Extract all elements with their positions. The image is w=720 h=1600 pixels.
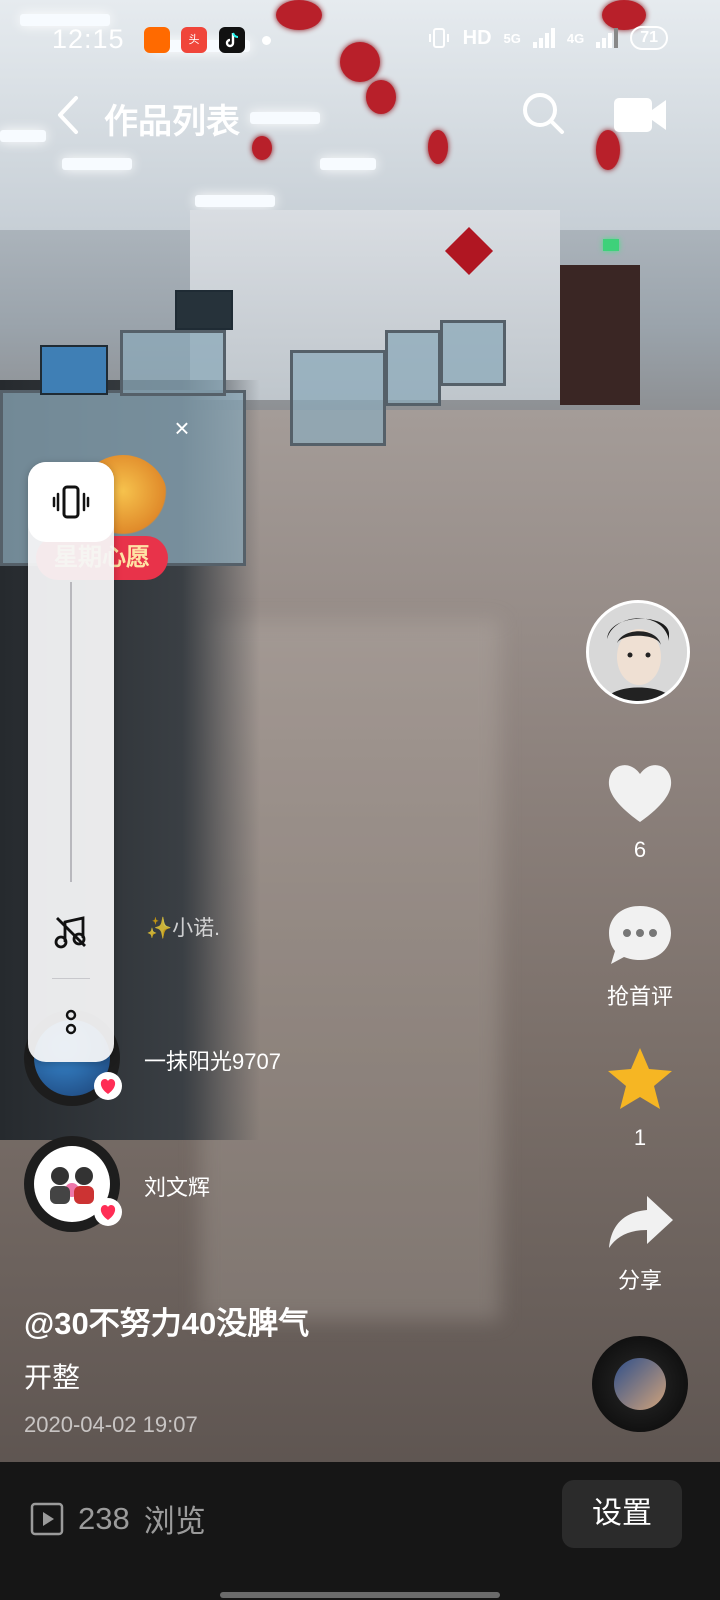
fan-item[interactable]: 刘文辉 [24,1136,424,1236]
back-arrow-icon[interactable] [46,90,96,140]
floating-side-panel [28,462,114,1062]
vibrate-status-icon [428,28,449,48]
comment-icon [609,906,671,964]
system-indicators: HD 5G 4G 71 [427,26,668,50]
caption-date: 2020-04-02 19:07 [24,1412,198,1437]
monitor [175,290,233,330]
author-avatar[interactable] [586,600,690,704]
vibrate-toggle-button[interactable] [28,462,114,542]
heart-icon [608,765,672,822]
caption-username[interactable]: @30不努力40没脾气 [24,1298,309,1343]
fan-name: 刘文辉 [144,1175,211,1200]
like-action[interactable]: 6 [586,760,694,863]
view-stats: 238 浏览 [30,1496,206,1541]
music-disc-icon[interactable] [592,1336,688,1432]
like-count: 6 [633,837,647,862]
fan-name: 一抹阳光9707 [144,1049,281,1074]
promo-close-icon[interactable]: × [168,414,196,442]
music-off-icon [54,916,86,949]
home-indicator[interactable] [220,1592,500,1598]
heart-badge-icon [94,1198,122,1226]
signal-4g-icon [596,28,619,48]
battery-indicator: 71 [630,26,668,50]
bottom-bar: 238 浏览 设置 [0,1462,720,1600]
signal-5g-icon [532,28,555,48]
ceiling-light [62,158,132,170]
favorite-count: 1 [633,1125,647,1150]
share-label: 分享 [617,1268,662,1293]
heart-badge-icon [94,1072,122,1100]
music-cover [614,1358,666,1410]
play-icon [30,1502,64,1535]
4g-label: 4G [566,30,585,46]
comment-action[interactable]: 抢首评 [586,902,694,1011]
cubicle [120,330,226,396]
cubicle [440,320,506,386]
cubicle [290,350,386,446]
ceiling-light [195,195,275,207]
share-action[interactable]: 分享 [586,1192,694,1295]
more-dots-icon [65,1009,77,1035]
notification-dot-icon [262,36,271,45]
status-time: 12:15 [52,24,125,54]
toutiao-app-icon: 头 [181,27,207,53]
mute-sound-button[interactable] [28,902,114,962]
tiktok-app-icon [219,27,245,53]
hd-label: HD [462,26,492,49]
vibrate-icon [52,485,90,519]
view-label: 浏览 [143,1504,206,1539]
star-icon [608,1048,672,1109]
header: 作品列表 [0,80,720,150]
search-icon[interactable] [518,88,568,138]
view-count: 238 [78,1500,130,1536]
status-bar: 12:15 头 HD 5G 4G 71 [0,0,720,80]
page-title: 作品列表 [104,103,240,141]
comment-label: 抢首评 [606,984,673,1009]
settings-button[interactable]: 设置 [562,1480,682,1548]
panel-divider [52,978,90,979]
more-options-button[interactable] [28,992,114,1052]
caption-text: 开整 [24,1362,81,1393]
kuaishou-app-icon [144,27,170,53]
share-arrow-icon [609,1196,673,1248]
exit-sign [603,239,619,251]
cubicle [385,330,441,406]
ceiling-light [320,158,376,170]
door [560,265,640,405]
volume-slider[interactable] [70,582,72,882]
favorite-action[interactable]: 1 [586,1044,694,1151]
5g-label: 5G [503,30,521,46]
monitor [40,345,108,395]
camera-icon[interactable] [612,92,668,138]
fan-name: ✨小诺. [146,917,220,940]
